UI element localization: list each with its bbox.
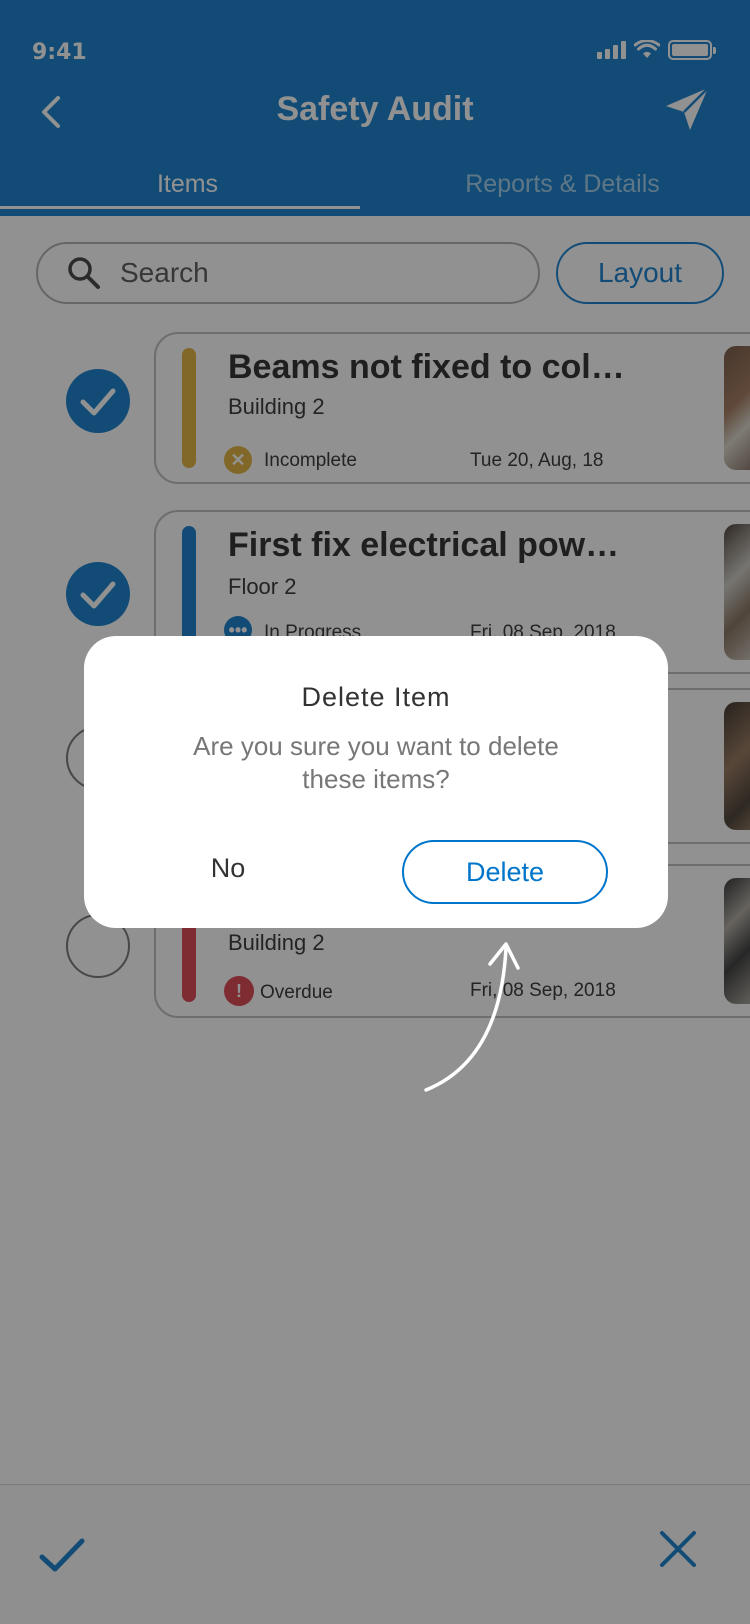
dialog-message: Are you sure you want to delete these it… — [193, 731, 559, 794]
hint-arrow-icon — [424, 942, 520, 1092]
no-button[interactable]: No — [168, 836, 288, 900]
delete-dialog: Delete Item Are you sure you want to del… — [84, 636, 668, 928]
app-screen: 9:41 Safety Audit Items Reports & Detail… — [0, 0, 750, 1624]
delete-button[interactable]: Delete — [402, 840, 608, 904]
dialog-title: Delete Item — [301, 682, 451, 712]
